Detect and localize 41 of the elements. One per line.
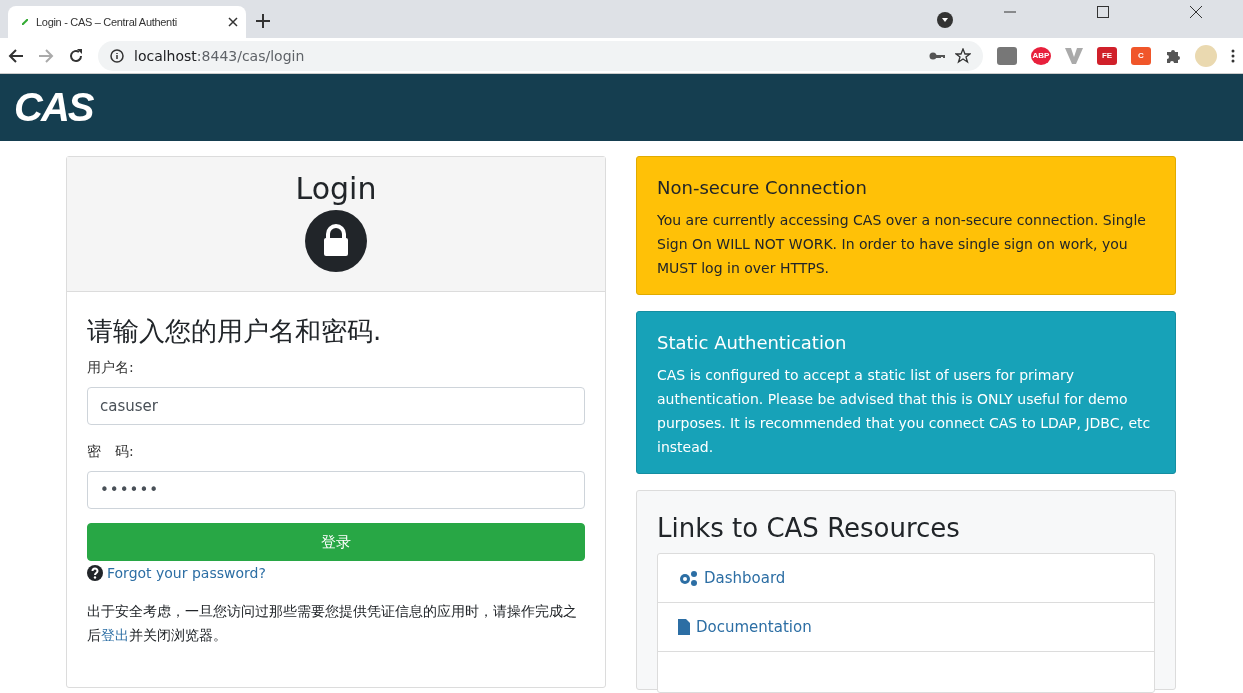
browser-tab[interactable]: Login - CAS – Central Authenti — [8, 6, 246, 38]
extension-icon[interactable]: FE — [1097, 46, 1117, 65]
puzzle-icon[interactable] — [1165, 47, 1181, 64]
close-icon[interactable] — [1190, 6, 1203, 18]
menu-icon[interactable] — [1231, 48, 1235, 63]
help-icon — [87, 565, 103, 581]
file-icon — [678, 619, 690, 635]
form-heading: 请输入您的用户名和密码. — [87, 315, 383, 348]
info-icon — [110, 48, 124, 63]
logout-link[interactable]: 登出 — [101, 627, 129, 643]
login-title: Login — [295, 171, 377, 206]
maximize-icon[interactable] — [1097, 6, 1109, 18]
extension-icon[interactable] — [997, 46, 1017, 65]
resource-link[interactable]: Dashboard — [658, 554, 1154, 603]
username-field[interactable]: casuser — [87, 387, 585, 425]
close-icon[interactable] — [228, 17, 238, 27]
favicon-icon — [22, 19, 28, 25]
reload-icon[interactable] — [68, 47, 84, 64]
alert-text: You are currently accessing CAS over a non-secure connection. Single Sign On WILL NOT WORK. In order to have single sign on work, you MUST log in over HTTPS. — [657, 211, 1147, 278]
password-label: 密 码: — [87, 443, 135, 461]
alert-title: Static Authentication — [657, 332, 848, 353]
alert-title: Non-secure Connection — [657, 177, 868, 198]
resources-title: Links to CAS Resources — [657, 513, 961, 543]
security-notice: 出于安全考虑，一旦您访问过那些需要您提供凭证信息的应用时，请操作完成之后登出 并关闭浏览器。 — [87, 602, 578, 645]
lock-icon — [305, 210, 367, 272]
adblock-icon[interactable]: ABP — [1031, 46, 1051, 65]
forgot-password-link[interactable]: Forgot your password? — [107, 565, 266, 581]
alert-text: CAS is configured to accept a static list of users for primary authentication. Please be advised that this is ONLY useful for demo purposes. It is recommended that you connect CAS to LDAP, JDBC, etc instead. — [657, 366, 1152, 457]
extension-icon[interactable]: C — [1131, 46, 1151, 65]
cas-logo: CAS — [14, 85, 93, 130]
new-tab-icon[interactable] — [256, 14, 270, 28]
star-icon[interactable] — [955, 47, 971, 64]
password-field[interactable]: •••••• — [87, 471, 585, 509]
address-bar[interactable]: localhost:8443/cas/login — [98, 40, 983, 71]
back-icon[interactable] — [8, 47, 24, 64]
dropdown-icon[interactable] — [937, 12, 953, 28]
login-button[interactable]: 登录 — [87, 523, 585, 561]
resource-link[interactable]: Documentation — [658, 603, 1154, 652]
url-text: localhost:8443/cas/login — [134, 47, 306, 64]
username-label: 用户名: — [87, 359, 135, 377]
key-icon[interactable] — [929, 50, 945, 61]
